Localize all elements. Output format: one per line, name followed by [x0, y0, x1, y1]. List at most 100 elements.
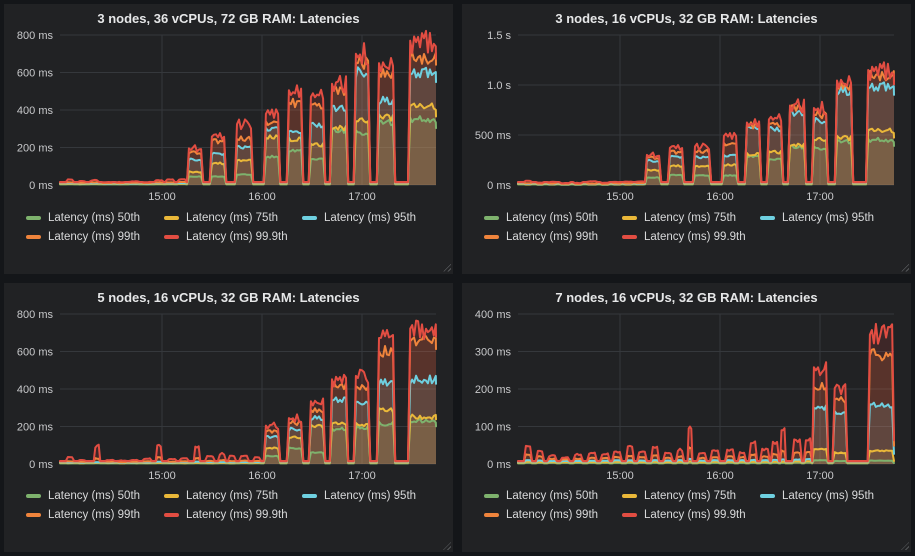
legend-label: Latency (ms) 99th: [48, 509, 140, 521]
legend-item[interactable]: Latency (ms) 99th: [26, 506, 164, 525]
legend-color-swatch: [26, 235, 41, 239]
legend-label: Latency (ms) 50th: [506, 212, 598, 224]
legend-item[interactable]: Latency (ms) 75th: [164, 208, 302, 227]
legend-label: Latency (ms) 50th: [48, 490, 140, 502]
x-tick-label: 16:00: [248, 191, 276, 203]
legend-label: Latency (ms) 95th: [782, 490, 874, 502]
y-tick-label: 400 ms: [17, 384, 54, 396]
legend-label: Latency (ms) 99th: [506, 509, 598, 521]
panel-title[interactable]: 5 nodes, 16 vCPUs, 32 GB RAM: Latencies: [14, 288, 443, 308]
y-tick-label: 100 ms: [475, 421, 512, 433]
latency-graph[interactable]: 0 ms200 ms400 ms600 ms800 ms15:0016:0017…: [14, 29, 441, 205]
legend-item[interactable]: Latency (ms) 75th: [164, 487, 302, 506]
legend-color-swatch: [302, 494, 317, 498]
legend-item[interactable]: Latency (ms) 50th: [26, 487, 164, 506]
legend-color-swatch: [622, 235, 637, 239]
x-tick-label: 17:00: [348, 191, 376, 203]
dashboard: 3 nodes, 36 vCPUs, 72 GB RAM: Latencies …: [0, 0, 915, 556]
legend-color-swatch: [622, 513, 637, 517]
panel-title[interactable]: 3 nodes, 36 vCPUs, 72 GB RAM: Latencies: [14, 9, 443, 29]
legend-label: Latency (ms) 95th: [324, 212, 416, 224]
legend-item[interactable]: Latency (ms) 75th: [622, 208, 760, 227]
graph-legend: Latency (ms) 50th Latency (ms) 75th Latenc…: [14, 487, 443, 525]
legend-color-swatch: [164, 235, 179, 239]
legend-item[interactable]: Latency (ms) 95th: [760, 208, 898, 227]
y-tick-label: 400 ms: [475, 309, 512, 321]
legend-color-swatch: [26, 494, 41, 498]
graph-legend: Latency (ms) 50th Latency (ms) 75th Latenc…: [472, 208, 901, 246]
legend-item[interactable]: Latency (ms) 99th: [26, 227, 164, 246]
legend-color-swatch: [760, 494, 775, 498]
panel-3n-36vcpu: 3 nodes, 36 vCPUs, 72 GB RAM: Latencies …: [4, 4, 453, 274]
legend-label: Latency (ms) 99th: [506, 231, 598, 243]
legend-color-swatch: [622, 216, 637, 220]
x-tick-label: 17:00: [806, 470, 834, 482]
y-tick-label: 800 ms: [17, 309, 54, 321]
legend-color-swatch: [622, 494, 637, 498]
legend-item[interactable]: Latency (ms) 99.9th: [164, 506, 302, 525]
y-tick-label: 300 ms: [475, 346, 512, 358]
panel-title[interactable]: 3 nodes, 16 vCPUs, 32 GB RAM: Latencies: [472, 9, 901, 29]
x-tick-label: 15:00: [606, 191, 634, 203]
legend-item[interactable]: Latency (ms) 95th: [302, 487, 440, 506]
legend-item[interactable]: Latency (ms) 99.9th: [164, 227, 302, 246]
y-tick-label: 1.0 s: [487, 80, 511, 92]
legend-color-swatch: [164, 494, 179, 498]
legend-item[interactable]: Latency (ms) 50th: [484, 208, 622, 227]
x-tick-label: 15:00: [148, 191, 176, 203]
legend-color-swatch: [164, 513, 179, 517]
legend-item[interactable]: Latency (ms) 75th: [622, 487, 760, 506]
x-tick-label: 16:00: [706, 470, 734, 482]
legend-label: Latency (ms) 99.9th: [186, 509, 288, 521]
x-tick-label: 16:00: [706, 191, 734, 203]
legend-color-swatch: [484, 235, 499, 239]
legend-item[interactable]: Latency (ms) 50th: [26, 208, 164, 227]
panel-7n-16vcpu: 7 nodes, 16 vCPUs, 32 GB RAM: Latencies …: [462, 283, 911, 553]
y-tick-label: 500 ms: [475, 130, 512, 142]
legend-label: Latency (ms) 99.9th: [644, 509, 746, 521]
y-tick-label: 800 ms: [17, 30, 54, 42]
series-area: [518, 323, 894, 463]
legend-label: Latency (ms) 75th: [644, 490, 736, 502]
legend-label: Latency (ms) 99th: [48, 231, 140, 243]
legend-label: Latency (ms) 50th: [48, 212, 140, 224]
legend-color-swatch: [164, 216, 179, 220]
legend-item[interactable]: Latency (ms) 99.9th: [622, 506, 760, 525]
legend-label: Latency (ms) 75th: [186, 212, 278, 224]
latency-graph[interactable]: 0 ms500 ms1.0 s1.5 s15:0016:0017:00: [472, 29, 899, 205]
legend-label: Latency (ms) 99.9th: [186, 231, 288, 243]
panel-resize-handle-icon[interactable]: [901, 542, 909, 550]
legend-item[interactable]: Latency (ms) 99th: [484, 506, 622, 525]
y-tick-label: 600 ms: [17, 346, 54, 358]
graph-legend: Latency (ms) 50th Latency (ms) 75th Latenc…: [472, 487, 901, 525]
legend-label: Latency (ms) 95th: [324, 490, 416, 502]
y-tick-label: 200 ms: [17, 143, 54, 155]
x-tick-label: 16:00: [248, 470, 276, 482]
legend-color-swatch: [484, 494, 499, 498]
legend-color-swatch: [302, 216, 317, 220]
legend-label: Latency (ms) 50th: [506, 490, 598, 502]
y-tick-label: 200 ms: [475, 384, 512, 396]
y-tick-label: 0 ms: [487, 459, 511, 471]
y-tick-label: 1.5 s: [487, 30, 511, 42]
legend-item[interactable]: Latency (ms) 99.9th: [622, 227, 760, 246]
y-tick-label: 0 ms: [29, 459, 53, 471]
panel-title[interactable]: 7 nodes, 16 vCPUs, 32 GB RAM: Latencies: [472, 288, 901, 308]
latency-graph[interactable]: 0 ms 200 ms 400 ms 600 ms 800 ms 15:00 16:00 17…: [14, 308, 441, 484]
legend-color-swatch: [760, 216, 775, 220]
latency-graph[interactable]: 0 ms100 ms200 ms300 ms400 ms15:0016:0017…: [472, 308, 899, 484]
legend-item[interactable]: Latency (ms) 95th: [302, 208, 440, 227]
legend-label: Latency (ms) 75th: [186, 490, 278, 502]
legend-color-swatch: [26, 216, 41, 220]
legend-item[interactable]: Latency (ms) 50th: [484, 487, 622, 506]
legend-item[interactable]: Latency (ms) 95th: [760, 487, 898, 506]
panel-resize-handle-icon[interactable]: [443, 264, 451, 272]
panel-resize-handle-icon[interactable]: [901, 264, 909, 272]
x-tick-label: 15:00: [148, 470, 176, 482]
x-tick-label: 17:00: [348, 470, 376, 482]
legend-item[interactable]: Latency (ms) 99th: [484, 227, 622, 246]
y-tick-label: 200 ms: [17, 421, 54, 433]
legend-label: Latency (ms) 75th: [644, 212, 736, 224]
y-tick-label: 400 ms: [17, 105, 54, 117]
panel-resize-handle-icon[interactable]: [443, 542, 451, 550]
